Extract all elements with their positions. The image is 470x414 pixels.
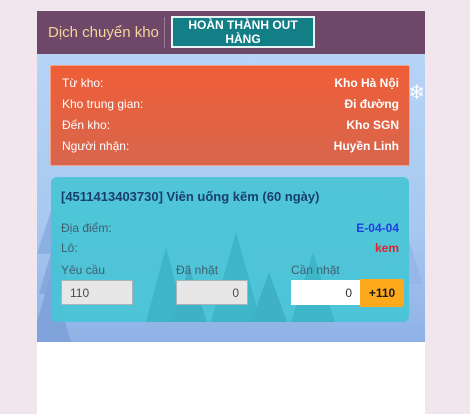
- product-title: [4511413403730] Viên uống kẽm (60 ngày): [61, 189, 320, 204]
- transit-warehouse-row: Kho trung gian: Đi đường: [62, 93, 399, 114]
- from-warehouse-value: Kho Hà Nội: [334, 75, 399, 90]
- to-pick-quantity-input[interactable]: [291, 280, 361, 305]
- receiver-value: Huyền Linh: [333, 138, 399, 153]
- transit-warehouse-label: Kho trung gian:: [62, 96, 144, 111]
- to-warehouse-row: Đến kho: Kho SGN: [62, 114, 399, 135]
- from-warehouse-row: Từ kho: Kho Hà Nội: [62, 72, 399, 93]
- header-divider: [164, 17, 165, 48]
- to-pick-label: Cần nhặt: [291, 263, 340, 277]
- from-warehouse-label: Từ kho:: [62, 75, 104, 90]
- lot-value: kem: [374, 241, 399, 255]
- transfer-info-card: Từ kho: Kho Hà Nội Kho trung gian: Đi đư…: [50, 65, 410, 166]
- to-warehouse-label: Đến kho:: [62, 117, 111, 132]
- snowflake-icon: ❄: [408, 82, 425, 104]
- product-card: [4511413403730] Viên uống kẽm (60 ngày) …: [51, 177, 409, 322]
- page-title: Dịch chuyển kho: [48, 24, 159, 41]
- to-warehouse-value: Kho SGN: [346, 117, 399, 132]
- required-label: Yêu cầu: [61, 263, 106, 277]
- location-value: E-04-04: [356, 221, 399, 235]
- lot-label: Lô:: [61, 241, 78, 255]
- receiver-label: Người nhận:: [62, 138, 130, 153]
- complete-out-button[interactable]: HOÀN THÀNH OUT HÀNG: [171, 16, 315, 48]
- background-scene: ❄ Từ kho: Kho Hà Nội Kho trung gian: Đi …: [37, 54, 425, 342]
- location-label: Địa điểm:: [61, 221, 112, 235]
- receiver-row: Người nhận: Huyền Linh: [62, 135, 399, 156]
- picked-quantity-field: [176, 280, 248, 305]
- app-frame: Dịch chuyển kho HOÀN THÀNH OUT HÀNG ❄ Từ…: [37, 11, 425, 414]
- required-quantity-field: [61, 280, 133, 305]
- header-bar: Dịch chuyển kho HOÀN THÀNH OUT HÀNG: [37, 11, 425, 54]
- add-all-quantity-button[interactable]: +110: [360, 279, 404, 307]
- picked-label: Đã nhặt: [176, 263, 219, 277]
- transit-warehouse-value: Đi đường: [344, 96, 399, 111]
